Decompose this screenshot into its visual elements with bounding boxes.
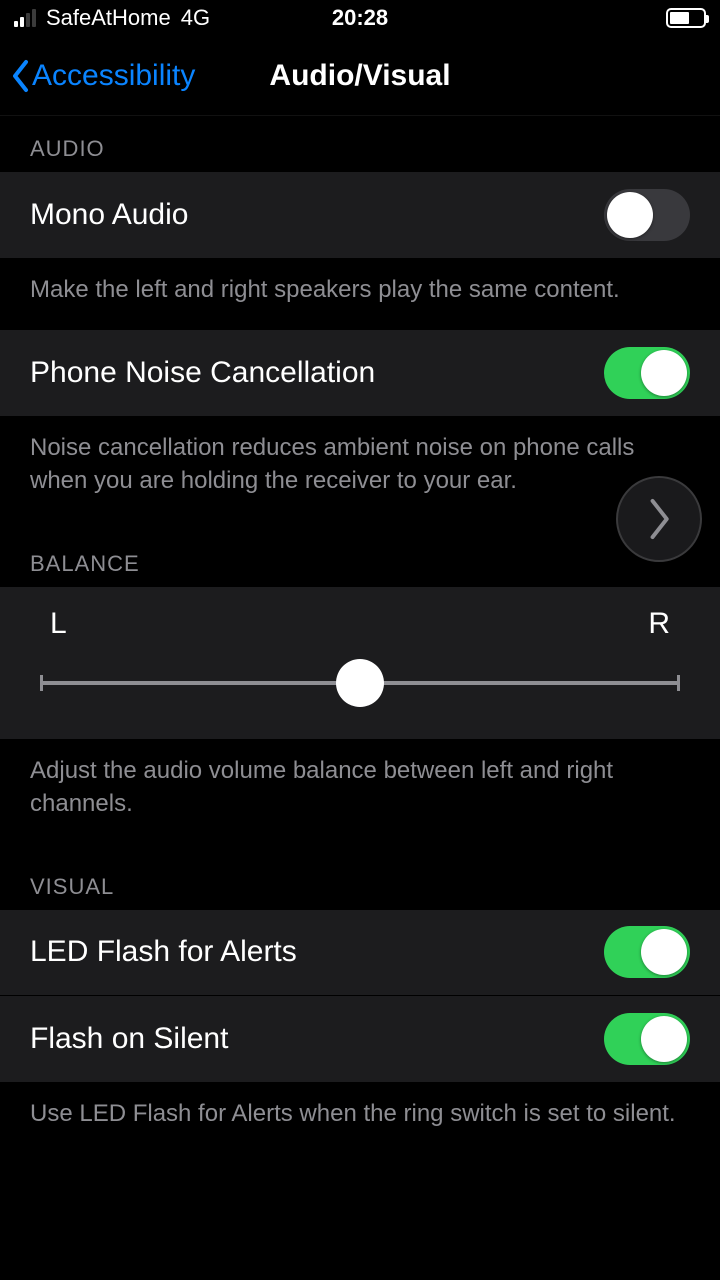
chevron-right-icon [645,497,673,541]
back-label: Accessibility [32,59,195,93]
row-led-flash[interactable]: LED Flash for Alerts [0,910,720,996]
flash-on-silent-label: Flash on Silent [30,1022,228,1056]
mono-audio-footer: Make the left and right speakers play th… [0,258,720,330]
section-header-balance: BALANCE [0,521,720,587]
forward-button[interactable] [616,476,702,562]
section-header-audio: AUDIO [0,116,720,172]
flash-on-silent-switch[interactable] [604,1013,690,1065]
row-flash-on-silent[interactable]: Flash on Silent [0,996,720,1082]
noise-cancellation-label: Phone Noise Cancellation [30,356,375,390]
balance-slider-container: L R [0,587,720,739]
led-flash-switch[interactable] [604,926,690,978]
noise-cancellation-switch[interactable] [604,347,690,399]
balance-thumb[interactable] [336,659,384,707]
clock: 20:28 [0,5,720,31]
mono-audio-label: Mono Audio [30,198,188,232]
row-noise-cancellation[interactable]: Phone Noise Cancellation [0,330,720,416]
section-header-visual: VISUAL [0,844,720,910]
led-flash-label: LED Flash for Alerts [30,935,297,969]
status-bar: SafeAtHome 4G 20:28 [0,0,720,36]
navbar: Accessibility Audio/Visual [0,36,720,116]
balance-slider[interactable] [40,663,680,703]
battery-icon [666,8,706,28]
mono-audio-switch[interactable] [604,189,690,241]
balance-right-label: R [648,607,670,641]
row-mono-audio[interactable]: Mono Audio [0,172,720,258]
noise-cancellation-footer: Noise cancellation reduces ambient noise… [0,416,720,521]
back-button[interactable]: Accessibility [10,59,195,93]
balance-left-label: L [50,607,67,641]
visual-footer: Use LED Flash for Alerts when the ring s… [0,1082,720,1154]
balance-footer: Adjust the audio volume balance between … [0,739,720,844]
